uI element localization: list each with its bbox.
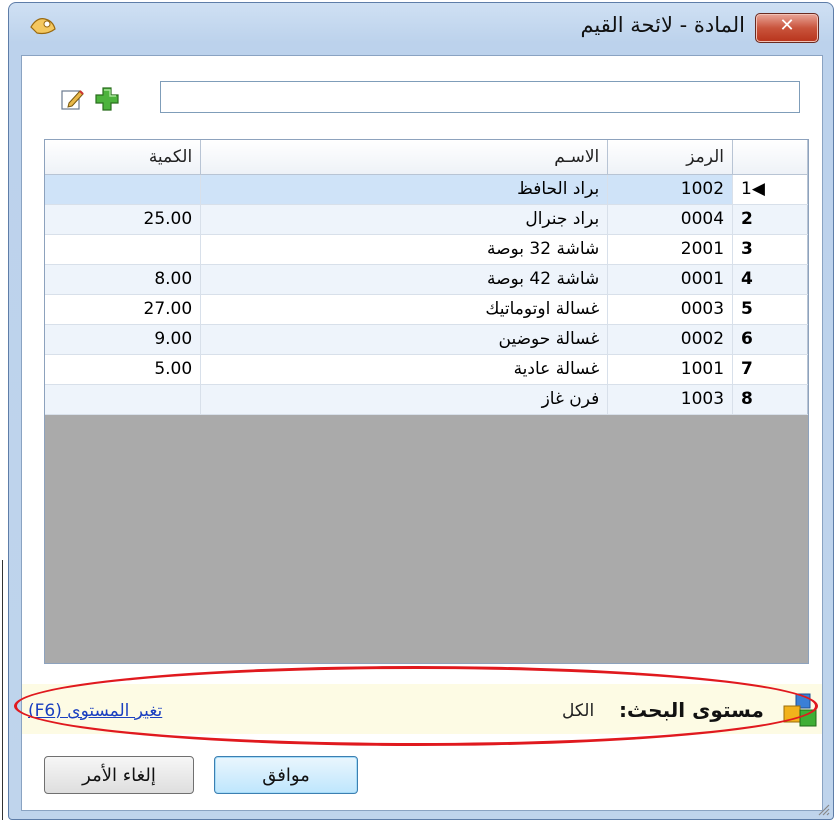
row-header[interactable]: 3 [732,234,808,265]
cell-qty[interactable]: 9.00 [45,324,202,355]
cell-name[interactable]: شاشة 32 بوصة [200,234,609,265]
dialog-body: الكمية الاسـم الرمز براد الحافظ 1002 1◀ 25.… [14,55,823,811]
cell-code[interactable]: 0001 [607,264,734,295]
cell-name[interactable]: براد الحافظ [200,174,609,205]
cell-qty[interactable]: 27.00 [45,294,202,325]
table-row[interactable]: شاشة 32 بوصة 2001 3 [45,234,808,265]
cell-qty[interactable]: 25.00 [45,204,202,235]
column-header-name[interactable]: الاسـم [200,140,609,175]
edit-icon[interactable] [60,86,86,112]
grid-header-row: الكمية الاسـم الرمز [45,140,808,175]
cell-name[interactable]: غسالة عادية [200,354,609,385]
row-number: 6 [741,329,753,349]
cell-qty[interactable] [45,174,202,205]
background-edge-line [2,560,3,820]
cell-code[interactable]: 1001 [607,354,734,385]
title-bar[interactable]: المادة - لائحة القيم ✕ [9,3,833,53]
row-number: 7 [741,359,753,379]
cell-name[interactable]: غسالة اوتوماتيك [200,294,609,325]
cell-name[interactable]: فرن غاز [200,384,609,415]
window-title: المادة - لائحة القيم [580,13,745,37]
cell-code[interactable]: 2001 [607,234,734,265]
row-header[interactable]: 5 [732,294,808,325]
cell-qty[interactable]: 8.00 [45,264,202,295]
cell-code[interactable]: 0004 [607,204,734,235]
close-button[interactable]: ✕ [755,13,819,43]
close-icon: ✕ [779,15,795,36]
cubes-icon [782,692,818,728]
table-row[interactable]: 25.00 براد جنرال 0004 2 [45,204,808,235]
cancel-button[interactable]: إلغاء الأمر [44,756,194,794]
row-number: 3 [741,239,753,259]
cell-qty[interactable]: 5.00 [45,354,202,385]
items-grid[interactable]: الكمية الاسـم الرمز براد الحافظ 1002 1◀ 25.… [44,139,809,664]
row-number: 1 [741,179,752,199]
add-icon[interactable] [94,86,120,112]
column-header-qty[interactable]: الكمية [45,140,202,175]
search-level-value: الكل [562,701,595,721]
row-header[interactable]: 2 [732,204,808,235]
column-header-corner [732,140,808,175]
cell-code[interactable]: 0002 [607,324,734,355]
row-number: 8 [741,389,753,409]
table-row[interactable]: 27.00 غسالة اوتوماتيك 0003 5 [45,294,808,325]
cell-code[interactable]: 1003 [607,384,734,415]
current-row-marker-icon: ◀ [751,179,765,199]
cell-code[interactable]: 0003 [607,294,734,325]
row-number: 5 [741,299,753,319]
row-number: 4 [741,269,753,289]
table-row[interactable]: 5.00 غسالة عادية 1001 7 [45,354,808,385]
items-table: الكمية الاسـم الرمز براد الحافظ 1002 1◀ 25.… [45,140,808,415]
table-row[interactable]: 8.00 شاشة 42 بوصة 0001 4 [45,264,808,295]
table-row[interactable]: 9.00 غسالة حوضين 0002 6 [45,324,808,355]
change-level-link[interactable]: تغير المستوى (F6) [28,701,162,721]
ok-button[interactable]: موافق [214,756,358,794]
table-row[interactable]: فرن غاز 1003 8 [45,384,808,415]
table-row[interactable]: براد الحافظ 1002 1◀ [45,174,808,205]
cell-qty[interactable] [45,384,202,415]
row-header[interactable]: 4 [732,264,808,295]
cell-code[interactable]: 1002 [607,174,734,205]
cell-name[interactable]: براد جنرال [200,204,609,235]
search-level-label: مستوى البحث: [619,698,764,722]
cell-qty[interactable] [45,234,202,265]
row-header[interactable]: 7 [732,354,808,385]
row-header[interactable]: 6 [732,324,808,355]
row-header[interactable]: 8 [732,384,808,415]
cell-name[interactable]: شاشة 42 بوصة [200,264,609,295]
resize-grip-icon[interactable] [815,801,831,817]
row-header[interactable]: 1◀ [732,174,808,205]
row-number: 2 [741,209,753,229]
search-input[interactable] [160,81,800,113]
lookup-window: المادة - لائحة القيم ✕ الكمية الاسـم الر… [8,2,834,820]
cell-name[interactable]: غسالة حوضين [200,324,609,355]
column-header-code[interactable]: الرمز [607,140,734,175]
app-icon [27,13,59,39]
